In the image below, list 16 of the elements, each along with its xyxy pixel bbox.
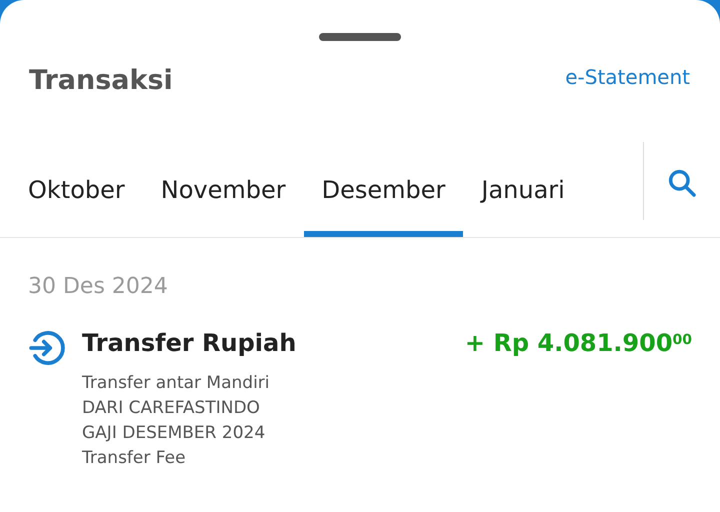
arrow-in-circle-icon <box>28 328 66 366</box>
month-tab[interactable]: November <box>142 144 304 236</box>
search-icon <box>666 167 698 199</box>
page-title: Transaksi <box>29 64 173 98</box>
date-heading: 30 Des 2024 <box>28 272 169 300</box>
drag-handle[interactable] <box>319 33 401 41</box>
month-tab[interactable]: Oktober <box>10 144 143 236</box>
transaction-detail: Transfer antar Mandiri <box>82 372 271 394</box>
e-statement-link[interactable]: e-Statement <box>565 62 690 92</box>
transaction-detail: Transfer Fee <box>82 446 187 470</box>
transaction-detail: DARI CAREFASTINDO <box>82 396 261 420</box>
month-tab[interactable]: Januari <box>463 144 583 236</box>
transaction-amount: + Rp 4.081.900$^{00}$ <box>464 328 692 358</box>
transaction-title: Transfer Rupiah <box>82 328 296 358</box>
month-tab[interactable]: Desember <box>304 144 464 236</box>
transaction-detail: GAJI DESEMBER 2024 <box>82 422 266 444</box>
